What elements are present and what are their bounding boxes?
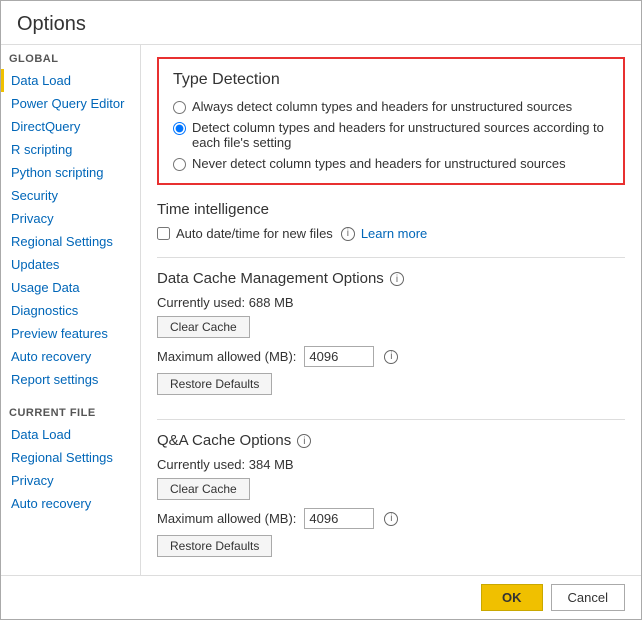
dialog-footer: OK Cancel bbox=[1, 575, 641, 619]
type-detection-title: Type Detection bbox=[173, 71, 609, 89]
auto-datetime-row: Auto date/time for new files i Learn mor… bbox=[157, 226, 625, 241]
data-cache-clear-button[interactable]: Clear Cache bbox=[157, 316, 250, 338]
qa-cache-currently-used: Currently used: 384 MB bbox=[157, 457, 625, 472]
sidebar-item-directquery[interactable]: DirectQuery bbox=[1, 115, 140, 138]
divider-2 bbox=[157, 419, 625, 420]
auto-datetime-label: Auto date/time for new files bbox=[176, 226, 333, 241]
sidebar-item-privacy[interactable]: Privacy bbox=[1, 207, 140, 230]
auto-datetime-checkbox[interactable] bbox=[157, 227, 170, 240]
time-intelligence-section: Time intelligence Auto date/time for new… bbox=[157, 201, 625, 241]
sidebar-item-data-load[interactable]: Data Load bbox=[1, 69, 140, 92]
sidebar-item-power-query-editor[interactable]: Power Query Editor bbox=[1, 92, 140, 115]
sidebar-item-current-privacy[interactable]: Privacy bbox=[1, 469, 140, 492]
data-cache-currently-used: Currently used: 688 MB bbox=[157, 295, 625, 310]
sidebar-item-r-scripting[interactable]: R scripting bbox=[1, 138, 140, 161]
qa-cache-max-input[interactable] bbox=[304, 508, 374, 529]
sidebar: GLOBAL Data Load Power Query Editor Dire… bbox=[1, 45, 141, 575]
cancel-button[interactable]: Cancel bbox=[551, 584, 625, 611]
sidebar-item-python-scripting[interactable]: Python scripting bbox=[1, 161, 140, 184]
data-cache-max-info-icon[interactable]: i bbox=[384, 350, 398, 364]
type-detection-radio-0[interactable] bbox=[173, 101, 186, 114]
qa-cache-max-row: Maximum allowed (MB): i bbox=[157, 508, 625, 529]
global-section-label: GLOBAL bbox=[1, 45, 140, 69]
type-detection-radio-group: Always detect column types and headers f… bbox=[173, 99, 609, 171]
data-cache-max-row: Maximum allowed (MB): i bbox=[157, 346, 625, 367]
dialog-body: GLOBAL Data Load Power Query Editor Dire… bbox=[1, 44, 641, 575]
qa-cache-restore-button[interactable]: Restore Defaults bbox=[157, 535, 272, 557]
data-cache-max-label: Maximum allowed (MB): bbox=[157, 349, 296, 364]
current-file-section-label: CURRENT FILE bbox=[1, 399, 140, 423]
dialog-title: Options bbox=[1, 1, 641, 44]
qa-cache-max-info-icon[interactable]: i bbox=[384, 512, 398, 526]
type-detection-radio-1[interactable] bbox=[173, 122, 186, 135]
qa-cache-clear-button[interactable]: Clear Cache bbox=[157, 478, 250, 500]
data-cache-section: Data Cache Management Options i Currentl… bbox=[157, 270, 625, 403]
qa-cache-title: Q&A Cache Options i bbox=[157, 432, 625, 449]
type-detection-section: Type Detection Always detect column type… bbox=[157, 57, 625, 185]
data-cache-restore-button[interactable]: Restore Defaults bbox=[157, 373, 272, 395]
divider-1 bbox=[157, 257, 625, 258]
sidebar-item-usage-data[interactable]: Usage Data bbox=[1, 276, 140, 299]
time-intelligence-info-icon[interactable]: i bbox=[341, 227, 355, 241]
type-detection-option-0[interactable]: Always detect column types and headers f… bbox=[173, 99, 609, 114]
sidebar-item-report-settings[interactable]: Report settings bbox=[1, 368, 140, 391]
qa-cache-info-icon[interactable]: i bbox=[297, 434, 311, 448]
sidebar-item-updates[interactable]: Updates bbox=[1, 253, 140, 276]
data-cache-title: Data Cache Management Options i bbox=[157, 270, 625, 287]
sidebar-item-auto-recovery-global[interactable]: Auto recovery bbox=[1, 345, 140, 368]
sidebar-item-preview-features[interactable]: Preview features bbox=[1, 322, 140, 345]
data-cache-info-icon[interactable]: i bbox=[390, 272, 404, 286]
options-dialog: Options GLOBAL Data Load Power Query Edi… bbox=[0, 0, 642, 620]
type-detection-radio-2[interactable] bbox=[173, 158, 186, 171]
qa-cache-max-label: Maximum allowed (MB): bbox=[157, 511, 296, 526]
ok-button[interactable]: OK bbox=[481, 584, 543, 611]
sidebar-item-current-regional[interactable]: Regional Settings bbox=[1, 446, 140, 469]
type-detection-option-1[interactable]: Detect column types and headers for unst… bbox=[173, 120, 609, 150]
type-detection-option-2[interactable]: Never detect column types and headers fo… bbox=[173, 156, 609, 171]
learn-more-link[interactable]: Learn more bbox=[361, 226, 427, 241]
data-cache-max-input[interactable] bbox=[304, 346, 374, 367]
qa-cache-section: Q&A Cache Options i Currently used: 384 … bbox=[157, 432, 625, 565]
main-content: Type Detection Always detect column type… bbox=[141, 45, 641, 575]
sidebar-item-regional-settings[interactable]: Regional Settings bbox=[1, 230, 140, 253]
sidebar-item-current-data-load[interactable]: Data Load bbox=[1, 423, 140, 446]
sidebar-item-diagnostics[interactable]: Diagnostics bbox=[1, 299, 140, 322]
time-intelligence-title: Time intelligence bbox=[157, 201, 625, 218]
sidebar-item-current-auto-recovery[interactable]: Auto recovery bbox=[1, 492, 140, 515]
sidebar-item-security[interactable]: Security bbox=[1, 184, 140, 207]
